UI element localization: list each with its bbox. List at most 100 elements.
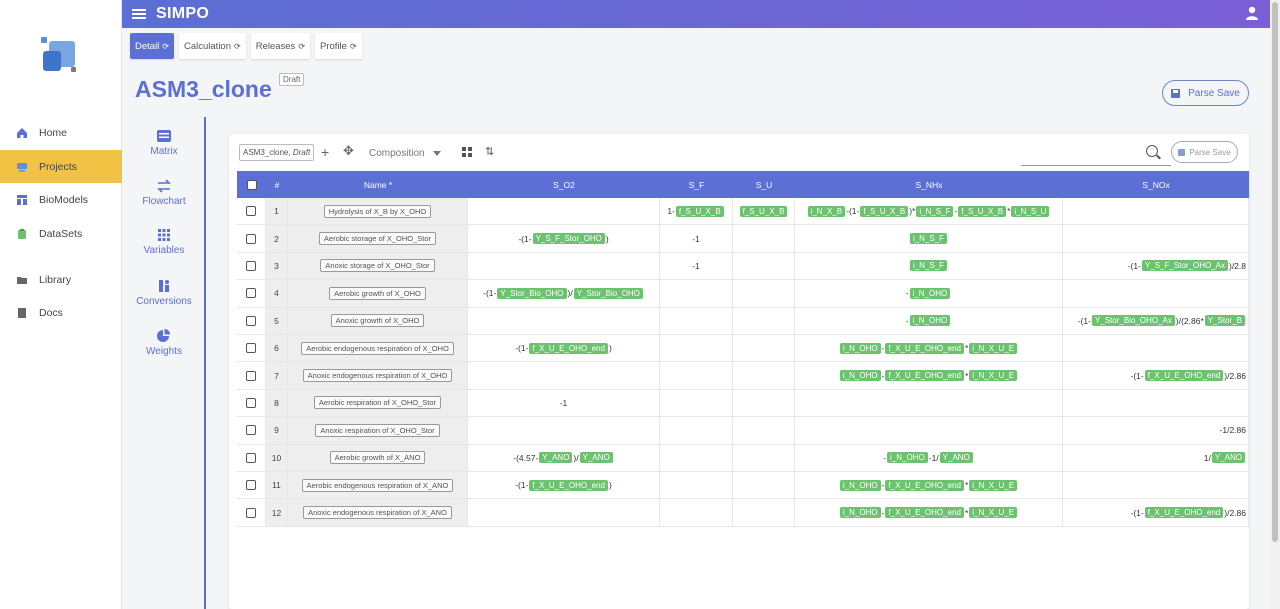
cell-s-f[interactable]: -1	[660, 252, 733, 280]
process-name[interactable]: Aerobic storage of X_OHO_Stor	[318, 232, 437, 246]
user-icon[interactable]	[1246, 6, 1258, 20]
cell-s-o2[interactable]	[468, 307, 660, 334]
cell-s-nox[interactable]	[1063, 198, 1249, 225]
select-all-checkbox[interactable]	[246, 179, 257, 190]
process-name[interactable]: Aerobic growth of X_OHO	[329, 286, 426, 300]
cell-s-nhx[interactable]: i_N_X_B -(1- f_S_U_X_B)* i_N_S_F - f_S_U_X_B *…	[795, 198, 1063, 225]
header-s-nox[interactable]: S_NOx	[1063, 171, 1249, 198]
cell-s-nox[interactable]	[1063, 225, 1249, 252]
cell-s-f[interactable]	[660, 307, 733, 334]
search-icon[interactable]	[1146, 145, 1158, 157]
cell-s-u[interactable]	[733, 389, 795, 417]
cell-s-nhx[interactable]	[795, 417, 1063, 444]
tab-calculation[interactable]: Calculation ⟳	[179, 33, 246, 59]
cell-s-nhx[interactable]: i_N_OHO - f_X_U_E_OHO_end * i_N_X_U_E	[795, 335, 1063, 362]
subnav-conversions[interactable]: Conversions	[122, 279, 206, 307]
row-checkbox[interactable]	[246, 370, 256, 381]
cell-s-nox[interactable]: -(1- Y_Stor_Bio_OHO_Ax)/(2.86* Y_Stor_B	[1063, 307, 1249, 334]
cell-s-f[interactable]	[660, 499, 733, 526]
cell-s-nox[interactable]: 1/Y_ANO	[1063, 444, 1249, 471]
sort-icon[interactable]: ⇅	[485, 145, 494, 158]
cell-s-o2[interactable]	[468, 198, 660, 225]
row-checkbox[interactable]	[246, 343, 256, 354]
simpo-logo[interactable]	[41, 37, 77, 73]
cell-s-o2[interactable]	[468, 252, 660, 280]
cell-s-f[interactable]	[660, 280, 733, 307]
process-name[interactable]: Aerobic growth of X_ANO	[329, 451, 426, 465]
sidebar-item-docs[interactable]: Docs	[0, 296, 122, 329]
cell-s-u[interactable]	[733, 444, 795, 471]
cell-s-nox[interactable]: -(1- f_X_U_E_OHO_end)/2.86	[1063, 362, 1249, 389]
cell-s-nox[interactable]: -1/2.86	[1063, 417, 1249, 444]
cell-s-u[interactable]	[733, 417, 795, 444]
cell-s-o2[interactable]: -(1- f_X_U_E_OHO_end)	[468, 472, 660, 499]
cell-s-o2[interactable]: -(1- Y_S_F_Stor_OHO)	[468, 225, 660, 252]
cell-s-u[interactable]	[733, 472, 795, 499]
sidebar-item-projects[interactable]: Projects	[0, 150, 122, 183]
process-name[interactable]: Aerobic respiration of X_OHO_Stor	[313, 396, 442, 410]
process-name[interactable]: Anoxic storage of X_OHO_Stor	[320, 259, 435, 273]
header-s-nhx[interactable]: S_NHx	[795, 171, 1063, 198]
cell-s-nox[interactable]	[1063, 472, 1249, 499]
add-icon[interactable]: +	[321, 144, 329, 160]
subnav-weights[interactable]: Weights	[122, 329, 206, 357]
cell-s-o2[interactable]	[468, 362, 660, 389]
move-icon[interactable]: ✥	[343, 143, 354, 159]
cell-s-nhx[interactable]: i_N_OHO - f_X_U_E_OHO_end * i_N_X_U_E	[795, 499, 1063, 526]
cell-s-o2[interactable]: -(1- Y_Stor_Bio_OHO)/Y_Stor_Bio_OHO	[468, 280, 660, 307]
sidebar-item-home[interactable]: Home	[0, 116, 122, 149]
cell-s-o2[interactable]: -(1- f_X_U_E_OHO_end)	[468, 335, 660, 362]
process-name[interactable]: Hydrolysis of X_B by X_OHO	[323, 204, 432, 218]
grid-view-icon[interactable]	[462, 147, 472, 157]
cell-s-f[interactable]	[660, 444, 733, 471]
cell-s-nhx[interactable]: - i_N_OHO	[795, 280, 1063, 307]
cell-s-u[interactable]	[733, 499, 795, 526]
cell-s-nox[interactable]: -(1- f_X_U_E_OHO_end)/2.86	[1063, 499, 1249, 526]
subnav-variables[interactable]: Variables	[122, 228, 206, 256]
row-checkbox[interactable]	[246, 452, 256, 463]
cell-s-u[interactable]	[733, 335, 795, 362]
row-checkbox[interactable]	[246, 507, 256, 518]
tab-detail[interactable]: Detail ⟳	[130, 33, 174, 59]
row-checkbox[interactable]	[246, 288, 256, 299]
cell-s-nhx[interactable]: i_N_OHO - f_X_U_E_OHO_end * i_N_X_U_E	[795, 472, 1063, 499]
row-checkbox[interactable]	[246, 233, 256, 244]
page-scrollbar[interactable]	[1270, 0, 1280, 609]
cell-s-f[interactable]	[660, 389, 733, 417]
cell-s-u[interactable]	[733, 362, 795, 389]
process-name[interactable]: Aerobic endogenous respiration of X_OHO	[301, 341, 454, 355]
process-name[interactable]: Anoxic respiration of X_OHO_Stor	[315, 423, 440, 437]
cell-s-nox[interactable]: -(1- Y_S_F_Stor_OHO_Ax)/2.8	[1063, 252, 1249, 280]
process-name[interactable]: Aerobic endogenous respiration of X_ANO	[301, 478, 454, 492]
process-name[interactable]: Anoxic growth of X_OHO	[330, 314, 425, 328]
subnav-matrix[interactable]: Matrix	[122, 129, 206, 157]
cell-s-o2[interactable]: -(4.57- Y_ANO)/Y_ANO	[468, 444, 660, 471]
cell-s-u[interactable]	[733, 225, 795, 252]
header-s-u[interactable]: S_U	[733, 171, 795, 198]
model-chip[interactable]: ASM3_clone, Draft	[239, 144, 315, 161]
cell-s-u[interactable]	[733, 280, 795, 307]
cell-s-f[interactable]	[660, 417, 733, 444]
cell-s-nhx[interactable]: - i_N_OHO	[795, 307, 1063, 334]
cell-s-f[interactable]	[660, 335, 733, 362]
header-name[interactable]: Name *	[288, 171, 468, 198]
parse-save-button[interactable]: Parse Save	[1162, 80, 1249, 106]
cell-s-u[interactable]	[733, 307, 795, 334]
tab-releases[interactable]: Releases ⟳	[250, 33, 311, 59]
header-s-f[interactable]: S_F	[660, 171, 733, 198]
cell-s-u[interactable]	[733, 252, 795, 280]
cell-s-nox[interactable]	[1063, 335, 1249, 362]
cell-s-nox[interactable]	[1063, 280, 1249, 307]
row-checkbox[interactable]	[246, 480, 256, 491]
menu-icon[interactable]	[132, 9, 146, 19]
tab-profile[interactable]: Profile ⟳	[315, 33, 362, 59]
subnav-flowchart[interactable]: Flowchart	[122, 179, 206, 207]
composition-select[interactable]: Composition	[369, 148, 441, 159]
cell-s-f[interactable]: 1- f_S_U_X_B	[660, 198, 733, 225]
cell-s-nhx[interactable]: i_N_S_F	[795, 225, 1063, 252]
cell-s-u[interactable]: f_S_U_X_B	[733, 198, 795, 225]
row-checkbox[interactable]	[246, 315, 256, 326]
row-checkbox[interactable]	[246, 206, 256, 217]
cell-s-nox[interactable]	[1063, 389, 1249, 417]
cell-s-o2[interactable]: -1	[468, 389, 660, 417]
